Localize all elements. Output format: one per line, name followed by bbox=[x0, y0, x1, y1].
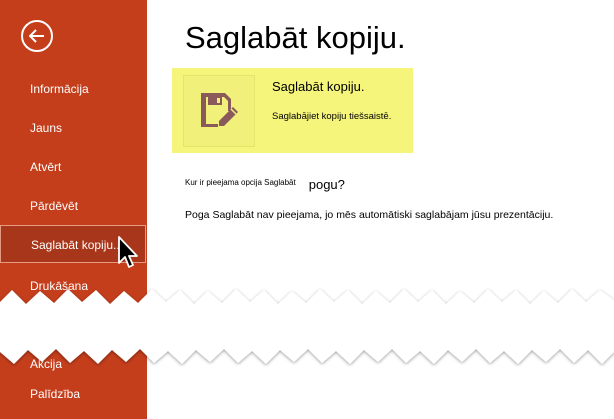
save-option-description: Saglabājiet kopiju tiešsaistē. bbox=[272, 111, 392, 122]
sidebar-item-help[interactable]: Palīdzība bbox=[0, 379, 147, 409]
sidebar-item-open[interactable]: Atvērt bbox=[0, 152, 147, 182]
sidebar-item-new[interactable]: Jauns bbox=[0, 113, 147, 143]
page-title: Saglabāt kopiju. bbox=[185, 20, 406, 55]
back-arrow-icon bbox=[29, 29, 44, 43]
torn-edge-divider bbox=[0, 289, 614, 364]
question-large: pogu? bbox=[308, 177, 345, 193]
save-copy-tile[interactable] bbox=[183, 75, 255, 147]
answer-text: Poga Saglabāt nav pieejama, jo mēs autom… bbox=[185, 209, 554, 221]
back-button[interactable] bbox=[21, 20, 53, 52]
save-edit-icon bbox=[201, 93, 238, 127]
sidebar-item-rename[interactable]: Pārdēvēt bbox=[0, 191, 147, 221]
question-text: Kur ir pieejama opcija Saglabāt pogu? bbox=[185, 176, 345, 194]
save-copy-option[interactable]: Saglabāt kopiju. Saglabājiet kopiju tieš… bbox=[172, 68, 413, 153]
sidebar-item-info[interactable]: Informācija bbox=[0, 74, 147, 104]
mouse-pointer-icon bbox=[118, 236, 138, 268]
question-small: Kur ir pieejama opcija Saglabāt bbox=[185, 178, 296, 188]
save-option-heading: Saglabāt kopiju. bbox=[272, 79, 365, 94]
